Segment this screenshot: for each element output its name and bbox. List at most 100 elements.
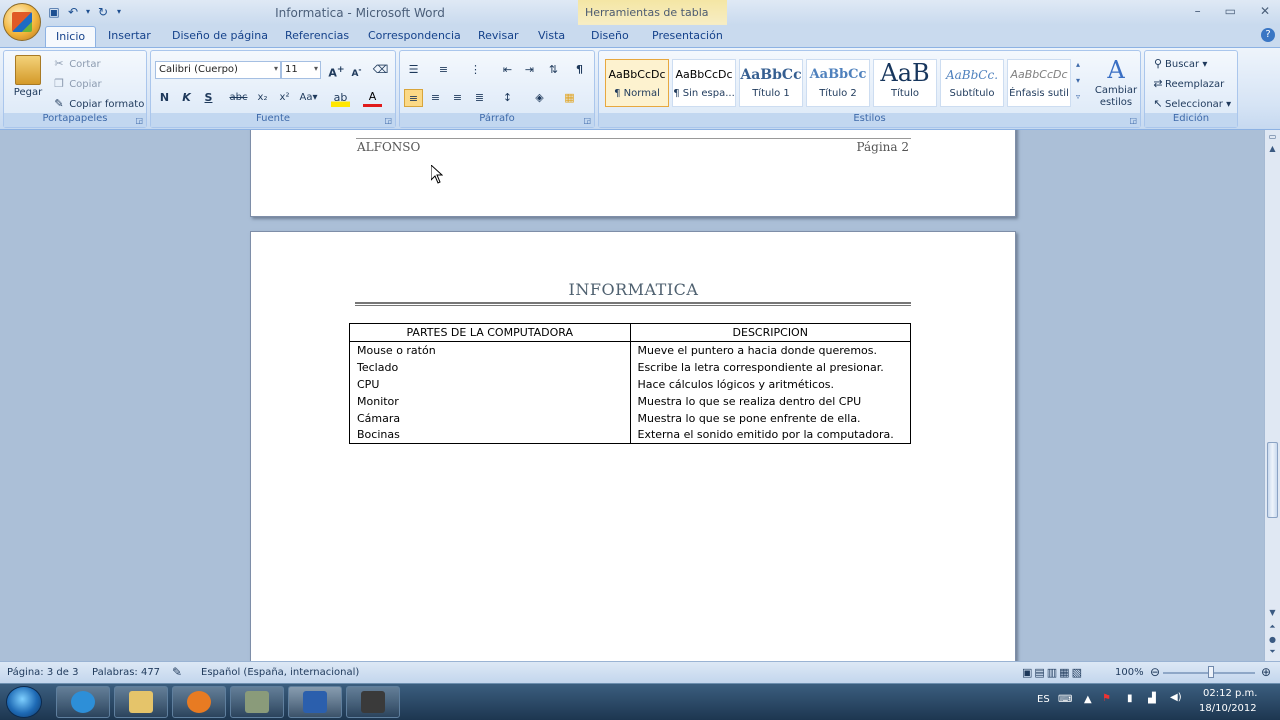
split-handle-icon[interactable]: ▭ bbox=[1267, 132, 1278, 141]
align-right-icon[interactable]: ≡ bbox=[448, 89, 467, 107]
style-titulo[interactable]: AaB Título bbox=[873, 59, 937, 107]
table-header-cell[interactable]: DESCRIPCION bbox=[629, 323, 911, 342]
scroll-thumb[interactable] bbox=[1267, 442, 1278, 518]
document-title[interactable]: INFORMATICA bbox=[356, 280, 911, 299]
replace-button[interactable]: ⇄ Reemplazar bbox=[1151, 77, 1224, 91]
tab-diseno-pagina[interactable]: Diseño de página bbox=[172, 29, 268, 42]
next-page-icon[interactable]: ⏷ bbox=[1267, 647, 1278, 657]
table-header-cell[interactable]: PARTES DE LA COMPUTADORA bbox=[349, 323, 631, 342]
start-button[interactable] bbox=[6, 686, 42, 718]
previous-page-icon[interactable]: ⏶ bbox=[1267, 622, 1278, 632]
paste-button[interactable]: Pegar bbox=[10, 55, 46, 98]
tab-inicio[interactable]: Inicio bbox=[45, 26, 97, 47]
table-cell[interactable]: Mouse o ratón bbox=[349, 341, 631, 359]
tab-revisar[interactable]: Revisar bbox=[478, 29, 518, 42]
style-normal[interactable]: AaBbCcDc ¶ Normal bbox=[605, 59, 669, 107]
table-cell[interactable]: Bocinas bbox=[349, 426, 631, 444]
table-cell[interactable]: Teclado bbox=[349, 358, 631, 376]
taskbar-media-player[interactable] bbox=[172, 686, 226, 718]
clock-date[interactable]: 18/10/2012 bbox=[1199, 703, 1257, 714]
tab-vista[interactable]: Vista bbox=[538, 29, 565, 42]
copy-button[interactable]: ❐ Copiar bbox=[52, 77, 102, 91]
vertical-scrollbar[interactable]: ▭ ▲ ▼ ⏶ ● ⏷ bbox=[1264, 130, 1280, 661]
styles-scroll-icon[interactable]: ▴ ▾ ▿ bbox=[1076, 57, 1086, 105]
view-buttons-icon[interactable]: ▣▤▥▦▧ bbox=[1022, 666, 1084, 679]
keyboard-icon[interactable]: ⌨ bbox=[1058, 694, 1072, 705]
justify-icon[interactable]: ≣ bbox=[470, 89, 489, 107]
table-cell[interactable]: Muestra lo que se pone enfrente de ella. bbox=[629, 409, 911, 427]
tab-diseno[interactable]: Diseño bbox=[591, 29, 629, 42]
bold-icon[interactable]: N bbox=[155, 89, 174, 107]
font-name-combo[interactable]: Calibri (Cuerpo) ▾ bbox=[155, 61, 281, 79]
document-page-3[interactable]: INFORMATICA PARTES DE LA COMPUTADORA DES… bbox=[250, 231, 1016, 661]
action-center-icon[interactable]: ⚑ bbox=[1102, 693, 1111, 704]
change-case-icon[interactable]: Aa▾ bbox=[299, 89, 318, 107]
office-button[interactable] bbox=[3, 3, 41, 41]
show-hidden-icons[interactable]: ▲ bbox=[1084, 694, 1092, 705]
table-cell[interactable]: Externa el sonido emitido por la computa… bbox=[629, 426, 911, 444]
language-status[interactable]: Español (España, internacional) bbox=[201, 667, 359, 678]
sort-icon[interactable]: ⇅ bbox=[544, 61, 563, 79]
help-icon[interactable]: ? bbox=[1261, 28, 1275, 42]
align-center-icon[interactable]: ≡ bbox=[426, 89, 445, 107]
zoom-in-icon[interactable]: ⊕ bbox=[1261, 665, 1271, 679]
align-left-icon[interactable]: ≡ bbox=[404, 89, 423, 107]
underline-icon[interactable]: S bbox=[199, 89, 218, 107]
clock-time[interactable]: 02:12 p.m. bbox=[1203, 688, 1257, 699]
input-language[interactable]: ES bbox=[1037, 694, 1050, 705]
highlight-icon[interactable]: ab bbox=[331, 89, 350, 107]
cut-button[interactable]: ✂ Cortar bbox=[52, 57, 100, 71]
bullets-icon[interactable]: ☰ bbox=[404, 61, 423, 79]
style-subtitulo[interactable]: AaBbCc. Subtítulo bbox=[940, 59, 1004, 107]
numbering-icon[interactable]: ≡ bbox=[434, 61, 453, 79]
borders-icon[interactable]: ▦ bbox=[560, 89, 579, 107]
word-count[interactable]: Palabras: 477 bbox=[92, 667, 160, 678]
document-workspace[interactable]: ALFONSO Página 2 INFORMATICA PARTES DE L… bbox=[0, 130, 1264, 661]
dialog-launcher-icon[interactable]: ◲ bbox=[135, 116, 143, 125]
zoom-slider-thumb[interactable] bbox=[1208, 666, 1214, 678]
table-cell[interactable]: Muestra lo que se realiza dentro del CPU bbox=[629, 392, 911, 410]
tab-presentacion[interactable]: Presentación bbox=[652, 29, 723, 42]
tab-insertar[interactable]: Insertar bbox=[108, 29, 151, 42]
strikethrough-icon[interactable]: abc bbox=[229, 89, 248, 107]
italic-icon[interactable]: K bbox=[177, 89, 196, 107]
table-cell[interactable]: CPU bbox=[349, 375, 631, 393]
taskbar-internet-explorer[interactable] bbox=[56, 686, 110, 718]
document-table[interactable]: PARTES DE LA COMPUTADORA DESCRIPCION Mou… bbox=[349, 323, 911, 444]
taskbar-explorer[interactable] bbox=[114, 686, 168, 718]
select-button[interactable]: ↖ Seleccionar ▾ bbox=[1151, 97, 1231, 111]
document-page-2[interactable]: ALFONSO Página 2 bbox=[250, 130, 1016, 217]
dialog-launcher-icon[interactable]: ◲ bbox=[384, 116, 392, 125]
font-color-icon[interactable]: A bbox=[363, 89, 382, 107]
show-marks-icon[interactable]: ¶ bbox=[570, 61, 589, 79]
close-icon[interactable]: ✕ bbox=[1260, 4, 1270, 18]
clear-format-icon[interactable]: ⌫ bbox=[371, 61, 390, 79]
find-button[interactable]: ⚲ Buscar ▾ bbox=[1151, 57, 1207, 71]
shading-icon[interactable]: ◈ bbox=[530, 89, 549, 107]
increase-indent-icon[interactable]: ⇥ bbox=[520, 61, 539, 79]
change-styles-button[interactable]: A Cambiar estilos bbox=[1094, 55, 1138, 109]
subscript-icon[interactable]: x₂ bbox=[253, 89, 272, 107]
decrease-indent-icon[interactable]: ⇤ bbox=[498, 61, 517, 79]
format-painter-button[interactable]: ✎ Copiar formato bbox=[52, 97, 144, 111]
taskbar-app[interactable] bbox=[230, 686, 284, 718]
table-cell[interactable]: Escribe la letra correspondiente al pres… bbox=[629, 358, 911, 376]
style-sin-espaciado[interactable]: AaBbCcDc ¶ Sin espa... bbox=[672, 59, 736, 107]
table-cell[interactable]: Cámara bbox=[349, 409, 631, 427]
dialog-launcher-icon[interactable]: ◲ bbox=[1129, 116, 1137, 125]
table-cell[interactable]: Mueve el puntero a hacia donde queremos. bbox=[629, 341, 911, 359]
proofing-icon[interactable]: ✎ bbox=[172, 665, 182, 679]
style-titulo-2[interactable]: AaBbCc Título 2 bbox=[806, 59, 870, 107]
network-icon[interactable]: ▟ bbox=[1148, 693, 1156, 704]
style-titulo-1[interactable]: AaBbCc Título 1 bbox=[739, 59, 803, 107]
superscript-icon[interactable]: x² bbox=[275, 89, 294, 107]
font-size-combo[interactable]: 11 ▾ bbox=[281, 61, 321, 79]
line-spacing-icon[interactable]: ↕ bbox=[498, 89, 517, 107]
shrink-font-icon[interactable]: A- bbox=[347, 61, 366, 79]
table-cell[interactable]: Hace cálculos lógicos y aritméticos. bbox=[629, 375, 911, 393]
minimize-icon[interactable]: – bbox=[1195, 4, 1201, 18]
taskbar-word[interactable] bbox=[288, 686, 342, 718]
tab-referencias[interactable]: Referencias bbox=[285, 29, 349, 42]
grow-font-icon[interactable]: A+ bbox=[327, 61, 346, 80]
browse-object-icon[interactable]: ● bbox=[1267, 635, 1278, 644]
